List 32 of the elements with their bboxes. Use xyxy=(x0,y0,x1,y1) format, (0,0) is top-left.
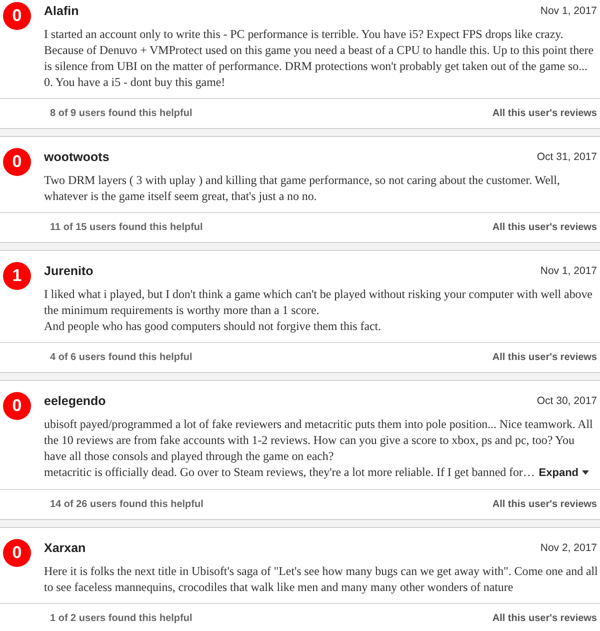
review-text: I started an account only to write this - PC performance is terrible. You have i5? Expect FPS drops like crazy. Because of Denuvo + VMProtect used on this game you need a beast of a CPU to handle this. Up to this point there is silence from UBI on the matter of performance. DRM protections won't probably get taken out of the game so... 0. You have a i5 - dont buy this game! xyxy=(44,26,595,90)
caret-icon xyxy=(582,470,589,475)
review-score: 0 xyxy=(3,392,31,420)
review-text: ubisoft payed/programmed a lot of fake reviewers and metacritic puts them into pole position... Nice teamwork. All the 10 reviews are from fake accounts with 1-2 reviews. How can you give a score to xbox, ps and pc, too? You have all those consols and played through the game on each? metacritic is officially dead. Go over to Steam reviews, they're a lot more reliable. If I get banned for… Expand xyxy=(44,416,594,481)
review-date: Oct 30, 2017 xyxy=(536,394,597,409)
all-reviews-link[interactable]: All this user's reviews xyxy=(492,613,597,624)
username-link[interactable]: Xarxan xyxy=(44,539,86,557)
review-text: I liked what i played, but I don't think a game which can't be played without risking your computer with well above the minimum requirements is worthy more than a 1 score. And people who has good computers should not forgive them this fact. xyxy=(44,286,594,334)
review-score: 0 xyxy=(3,539,31,567)
review-score: 0 xyxy=(3,148,31,176)
helpful-count: 11 of 15 users found this helpful xyxy=(50,222,203,233)
expand-link[interactable]: Expand xyxy=(538,467,589,479)
review-date: Nov 1, 2017 xyxy=(540,264,597,279)
review-date: Oct 31, 2017 xyxy=(536,150,597,165)
helpful-count: 14 of 26 users found this helpful xyxy=(50,499,204,510)
helpful-count: 4 of 6 users found this helpful xyxy=(50,352,192,363)
review-date: Nov 2, 2017 xyxy=(540,541,597,556)
review-date: Nov 1, 2017 xyxy=(540,4,597,19)
all-reviews-link[interactable]: All this user's reviews xyxy=(492,108,597,119)
all-reviews-link[interactable]: All this user's reviews xyxy=(492,352,597,363)
username-link[interactable]: eelegendo xyxy=(44,392,106,410)
review-text: Two DRM layers ( 3 with uplay ) and killing that game performance, so not caring about the customer. Well, whatever is the game itself seem great, that's just a no no. xyxy=(44,172,561,204)
helpful-count: 8 of 9 users found this helpful xyxy=(50,108,192,119)
review-score: 0 xyxy=(3,2,31,30)
username-link[interactable]: Jurenito xyxy=(44,262,94,280)
username-link[interactable]: wootwoots xyxy=(44,148,110,166)
username-link[interactable]: Alafin xyxy=(44,2,79,20)
review-score: 1 xyxy=(3,262,31,290)
all-reviews-link[interactable]: All this user's reviews xyxy=(492,222,597,233)
helpful-count: 1 of 2 users found this helpful xyxy=(50,613,192,624)
review-text: Here it is folks the next title in Ubisoft's saga of "Let's see how many bugs can we get away with". Come one and all to see faceless mannequins, crocodiles that walk like men and many many other wonders of nature xyxy=(44,563,598,595)
all-reviews-link[interactable]: All this user's reviews xyxy=(492,499,597,510)
